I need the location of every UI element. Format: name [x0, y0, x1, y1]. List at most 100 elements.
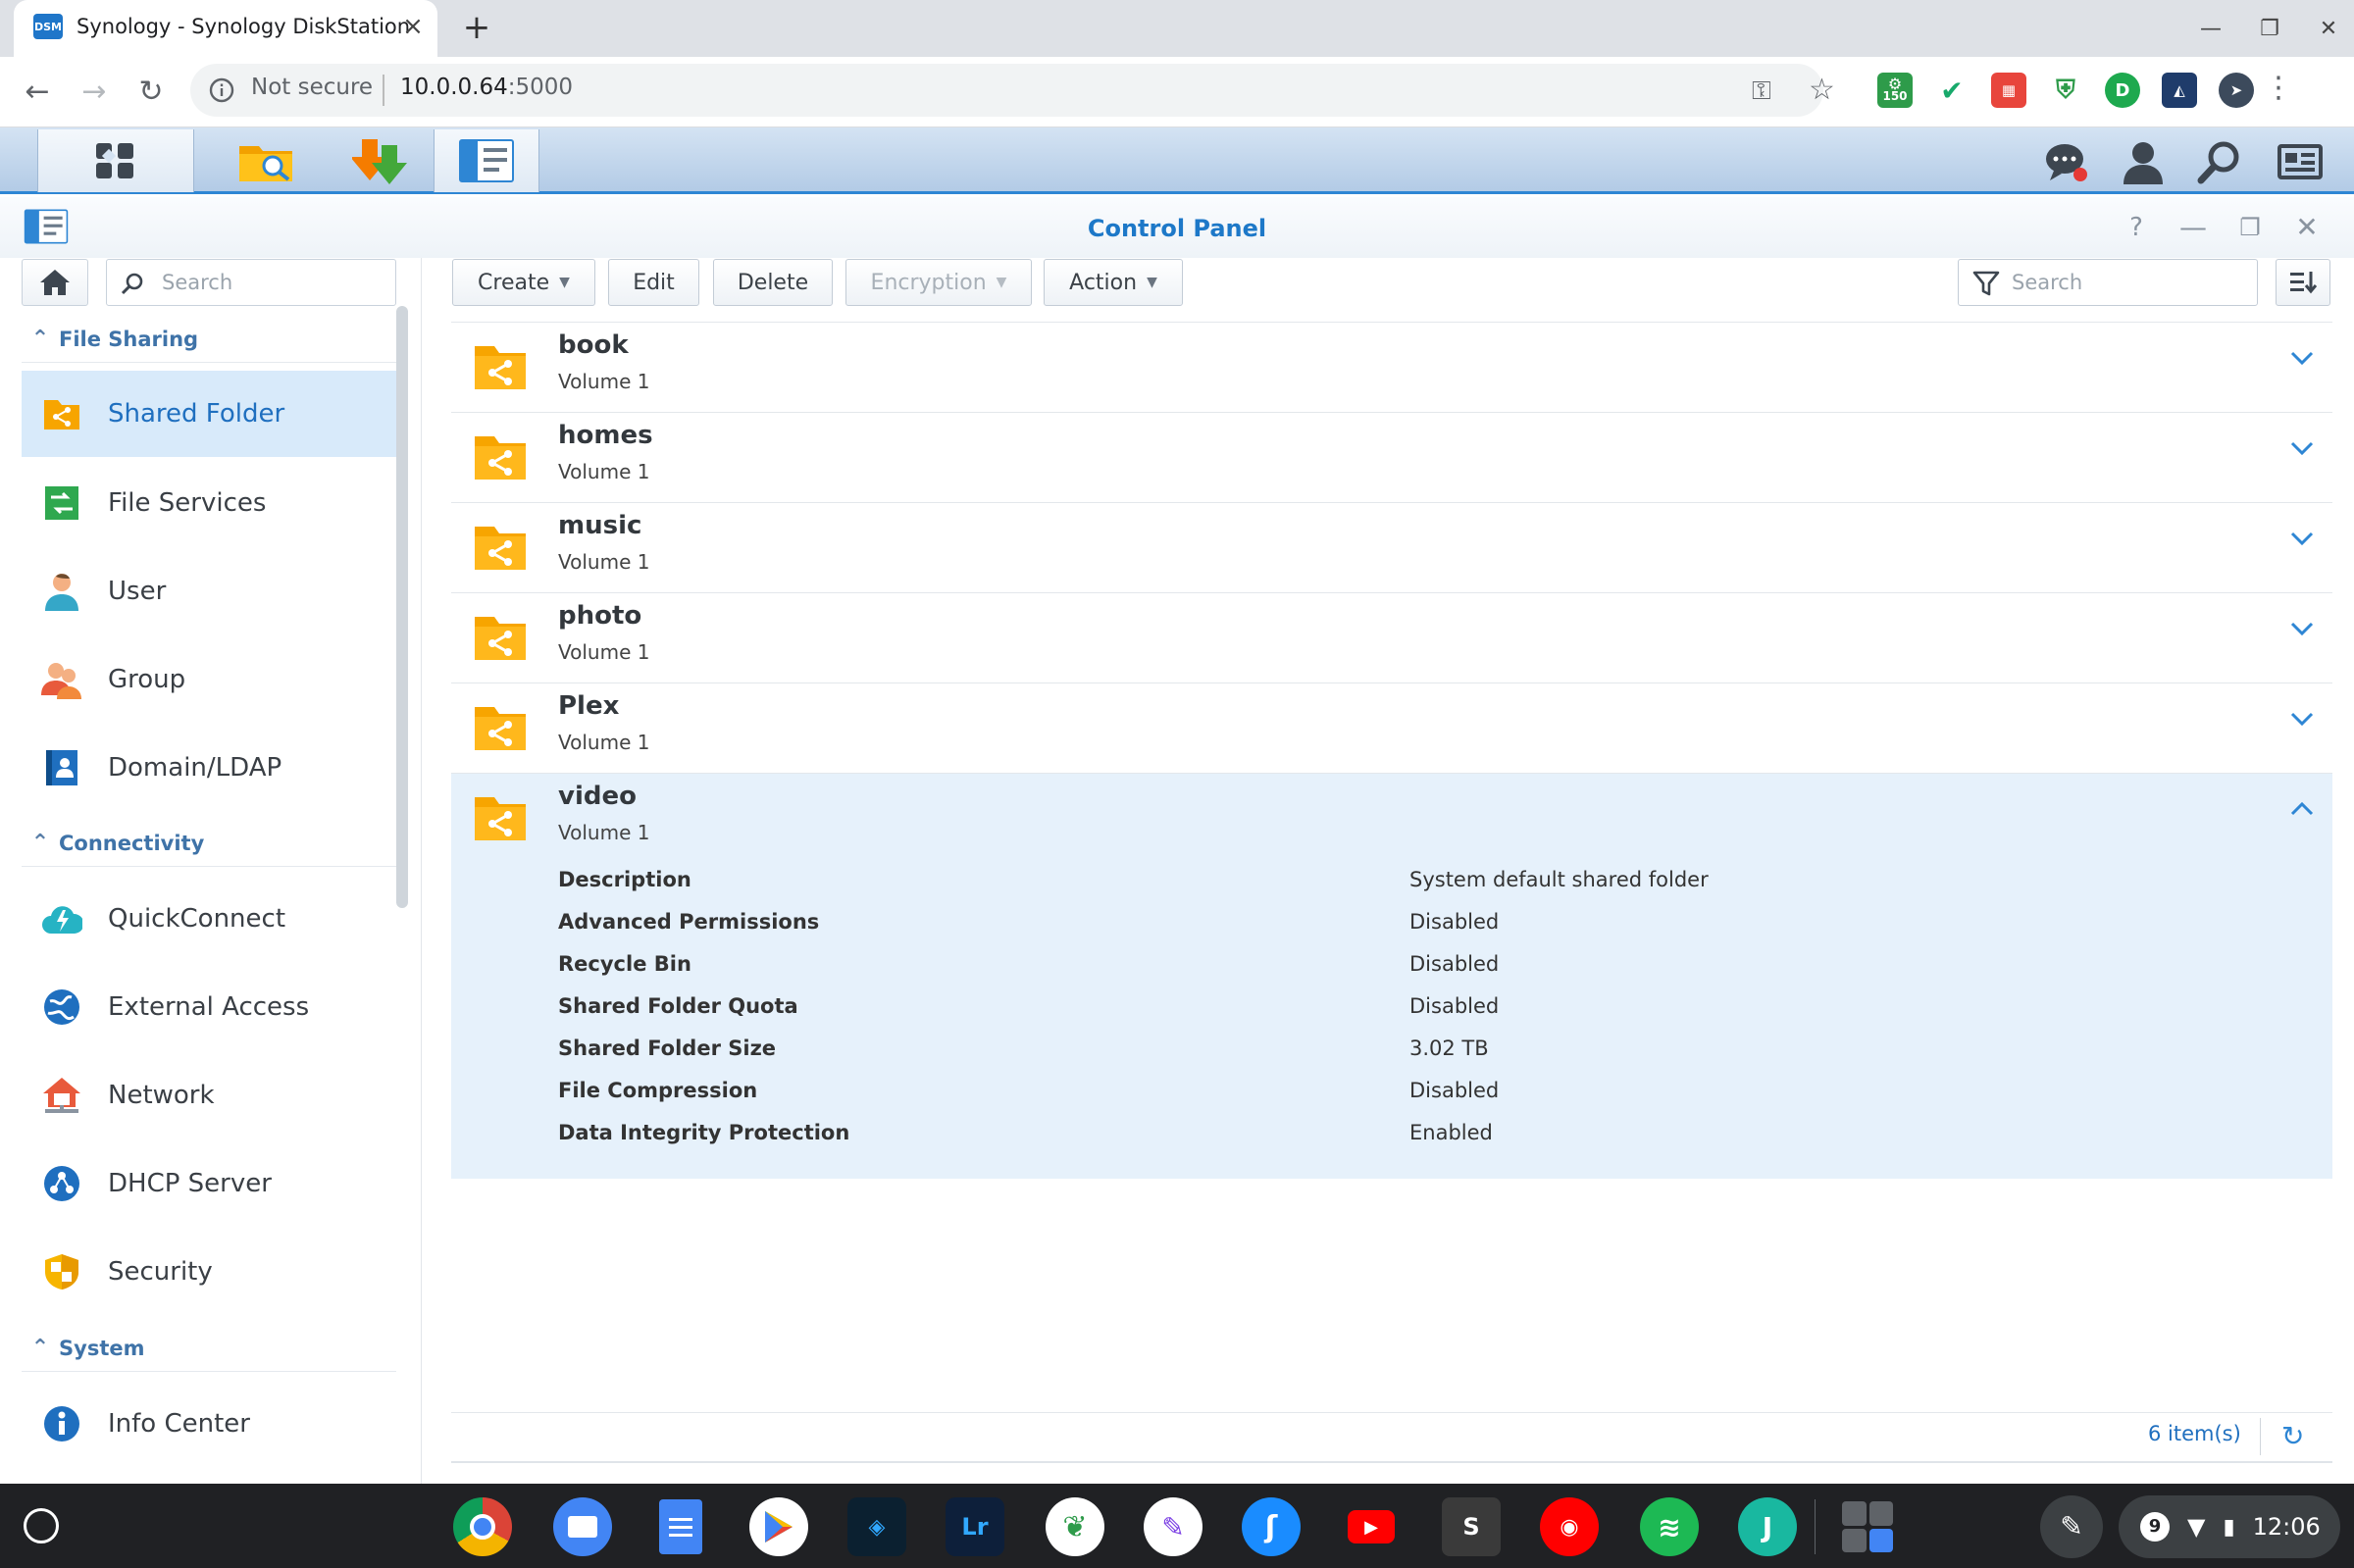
encryption-button[interactable]: Encryption ▼ — [845, 259, 1032, 306]
forward-icon[interactable]: → — [73, 71, 116, 114]
chevron-down-icon[interactable] — [2289, 350, 2315, 366]
toolbox-extension-icon[interactable]: ▦ — [1991, 73, 2026, 108]
create-button[interactable]: Create ▼ — [452, 259, 595, 306]
id-extension-icon[interactable]: D — [2105, 73, 2140, 108]
sidebar-item-shared-folder[interactable]: Shared Folder — [22, 371, 396, 457]
squid-icon[interactable]: S — [1442, 1497, 1501, 1556]
folder-volume: Volume 1 — [558, 731, 650, 754]
delete-button[interactable]: Delete — [713, 259, 833, 306]
control-panel-taskbar-button[interactable] — [434, 129, 539, 192]
chevron-down-icon[interactable] — [2289, 621, 2315, 636]
folder-row[interactable]: homes Volume 1 — [451, 412, 2332, 502]
new-tab-icon[interactable]: + — [457, 8, 496, 47]
sidebar-item-domain-ldap[interactable]: Domain/LDAP — [22, 725, 396, 811]
sidebar-item-label: User — [108, 577, 167, 606]
chevron-down-icon[interactable] — [2289, 531, 2315, 546]
sidebar-item-security[interactable]: Security — [22, 1229, 396, 1315]
sidebar-item-external-access[interactable]: External Access — [22, 964, 396, 1050]
docs-icon[interactable] — [651, 1497, 710, 1556]
refresh-icon[interactable]: ↻ — [2281, 1420, 2304, 1452]
system-tray[interactable]: 9 ▼ ▮ 12:06 — [2119, 1495, 2340, 1558]
youtube-music-icon[interactable]: ◉ — [1540, 1497, 1599, 1556]
widgets-icon[interactable] — [2276, 137, 2325, 186]
folder-row[interactable]: photo Volume 1 — [451, 592, 2332, 683]
youtube-icon[interactable]: ▶ — [1342, 1497, 1401, 1556]
folder-row[interactable]: book Volume 1 — [451, 322, 2332, 412]
sidebar-search-placeholder: Search — [162, 271, 233, 294]
window-minimize-icon[interactable]: — — [2175, 210, 2211, 245]
notifications-icon[interactable] — [2042, 137, 2091, 186]
files-icon[interactable] — [553, 1497, 612, 1556]
folder-volume: Volume 1 — [558, 460, 650, 483]
folder-row[interactable]: music Volume 1 — [451, 502, 2332, 592]
chrome-menu-icon[interactable]: ⋮ — [2264, 71, 2293, 105]
lightroom-icon[interactable]: Lr — [946, 1497, 1004, 1556]
sidebar-item-quickconnect[interactable]: QuickConnect — [22, 876, 396, 962]
category-file-sharing[interactable]: ⌃ File Sharing — [22, 316, 396, 363]
edit-button[interactable]: Edit — [608, 259, 699, 306]
home-button[interactable] — [22, 259, 88, 306]
sidebar-search-input[interactable]: Search — [106, 259, 396, 306]
shazam-icon[interactable]: ʃ — [1242, 1497, 1301, 1556]
cursor-extension-icon[interactable]: ➤ — [2219, 73, 2254, 108]
category-connectivity[interactable]: ⌃ Connectivity — [22, 820, 396, 867]
chevron-down-icon[interactable] — [2289, 440, 2315, 456]
minimize-window-icon[interactable]: — — [2189, 10, 2232, 49]
url-text[interactable]: 10.0.0.64:5000 — [400, 75, 573, 100]
user-options-icon[interactable] — [2119, 137, 2168, 186]
reload-icon[interactable]: ↻ — [129, 71, 173, 114]
shelf-separator — [1815, 1499, 1816, 1554]
chevron-up-icon[interactable] — [2289, 801, 2315, 817]
info-icon[interactable] — [208, 76, 235, 104]
search-icon[interactable] — [2195, 137, 2244, 186]
tab-close-icon[interactable]: × — [398, 12, 428, 41]
sidebar-item-group[interactable]: Group — [22, 636, 396, 723]
window-maximize-icon[interactable]: ❐ — [2232, 210, 2268, 245]
sidebar-item-network[interactable]: Network — [22, 1052, 396, 1138]
folder-row-expanded[interactable]: video Volume 1 Description System default… — [451, 773, 2332, 1179]
folder-name: music — [558, 511, 642, 540]
caret-down-icon: ▼ — [996, 275, 1007, 290]
extension-counter-icon[interactable]: ⚙ 150 — [1877, 73, 1913, 108]
folder-row[interactable]: Plex Volume 1 — [451, 683, 2332, 773]
chevron-down-icon[interactable] — [2289, 711, 2315, 727]
writer-icon[interactable]: ✎ — [1144, 1497, 1203, 1556]
vue-devtools-icon[interactable]: ✔ — [1934, 73, 1970, 108]
sort-button[interactable] — [2276, 259, 2330, 306]
chrome-icon[interactable] — [453, 1497, 512, 1556]
spotify-icon[interactable]: ≋ — [1640, 1497, 1699, 1556]
folder-search-input[interactable]: Search — [1958, 259, 2258, 306]
restore-window-icon[interactable]: ❐ — [2248, 10, 2291, 49]
sidebar-item-dhcp-server[interactable]: DHCP Server — [22, 1140, 396, 1227]
key-icon[interactable]: ⚿ — [1752, 76, 1771, 107]
window-close-icon[interactable]: ✕ — [2289, 210, 2325, 245]
help-icon[interactable]: ? — [2119, 210, 2154, 245]
stylus-icon[interactable]: ✎ — [2040, 1495, 2103, 1558]
file-station-button[interactable] — [208, 129, 326, 192]
sidebar-scrollbar[interactable] — [396, 306, 408, 908]
shield-extension-icon[interactable]: ⛨ — [2048, 73, 2083, 108]
detail-key: Shared Folder Size — [558, 1037, 777, 1060]
close-window-icon[interactable]: ✕ — [2307, 10, 2350, 49]
browser-tab[interactable]: DSM Synology - Synology DiskStation × — [14, 0, 437, 57]
sidebar-item-file-services[interactable]: File Services — [22, 460, 396, 546]
main-menu-button[interactable] — [37, 129, 194, 192]
action-button[interactable]: Action ▼ — [1044, 259, 1183, 306]
sidebar-item-label: Domain/LDAP — [108, 753, 282, 783]
journal-icon[interactable]: J — [1738, 1497, 1797, 1556]
download-station-button[interactable] — [326, 129, 434, 192]
category-system[interactable]: ⌃ System — [22, 1325, 396, 1372]
photoshop-express-icon[interactable]: ◈ — [847, 1497, 906, 1556]
snapseed-icon[interactable]: ❦ — [1046, 1497, 1104, 1556]
play-store-icon[interactable] — [749, 1497, 808, 1556]
picture-extension-icon[interactable]: ◭ — [2162, 73, 2197, 108]
chevron-up-icon: ⌃ — [30, 1336, 50, 1360]
sidebar-item-user[interactable]: User — [22, 548, 396, 634]
sort-icon — [2290, 272, 2318, 294]
back-icon[interactable]: ← — [16, 71, 59, 114]
launcher-icon[interactable] — [24, 1508, 59, 1543]
calculator-icon[interactable] — [1838, 1497, 1897, 1556]
bookmark-star-icon[interactable]: ☆ — [1809, 73, 1835, 107]
sidebar-item-info-center[interactable]: Info Center — [22, 1381, 396, 1467]
shared-folder-icon — [473, 340, 528, 391]
